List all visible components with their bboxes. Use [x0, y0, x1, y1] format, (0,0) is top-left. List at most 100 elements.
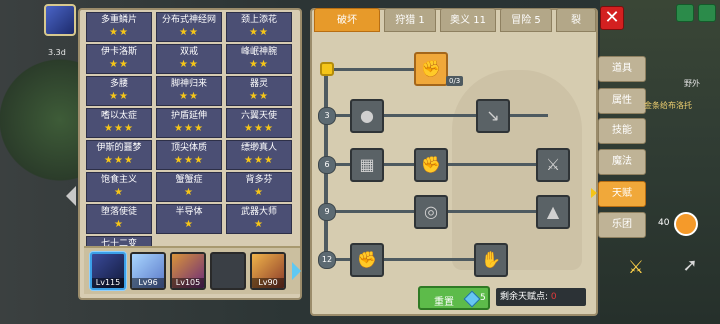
sword-icon[interactable]: ⚔ [624, 256, 648, 280]
talent-name: 多腰 [109, 79, 128, 89]
dagger-icon[interactable]: ↘ [476, 99, 510, 133]
talent-cell[interactable]: 缥缈真人 ★★★ [226, 140, 292, 170]
talent-stars: ★★★ [174, 123, 204, 134]
talent-name: 峰岷神腕 [240, 47, 277, 57]
character-slot[interactable]: Lv115 [90, 252, 126, 290]
talent-name: 饱食主义 [100, 175, 137, 185]
character-level: Lv90 [252, 278, 284, 288]
left-arrow-icon[interactable] [66, 186, 76, 206]
talent-cell[interactable]: 伊斯的噩梦 ★★★ [86, 140, 152, 170]
talent-name: 脚神归来 [170, 79, 207, 89]
talent-name: 半导体 [175, 207, 203, 217]
talent-stars: ★★★ [174, 155, 204, 166]
talent-stars: ★★ [179, 59, 199, 70]
talent-name: 武器大师 [240, 207, 277, 217]
talent-name: 顶尖体质 [170, 143, 207, 153]
side-tab-magic[interactable]: 魔法 [598, 149, 646, 175]
talent-stars: ★★★ [104, 123, 134, 134]
sword-slash-icon[interactable]: ⚔ [536, 148, 570, 182]
talent-cell[interactable]: 饱食主义 ★ [86, 172, 152, 202]
character-slot[interactable]: Lv90 [250, 252, 286, 290]
talent-cell[interactable]: 颈上添花 ★★ [226, 12, 292, 42]
fist-punch-icon[interactable]: ✊ [414, 148, 448, 182]
tab-adventure[interactable]: 冒险 5 [500, 8, 552, 32]
talent-grid: 多重鳞片 ★★ 分布式神经网 ★★ 颈上添花 ★★ 伊卡洛斯 ★★ 双戒 ★★ 峰岷神腕 ★★ 多腰 ★★… [86, 12, 296, 266]
tab-secret[interactable]: 奥义 11 [440, 8, 496, 32]
talent-cell[interactable]: 武器大师 ★ [226, 204, 292, 234]
character-level: Lv115 [92, 278, 124, 288]
talent-cell[interactable]: 伊卡洛斯 ★★ [86, 44, 152, 74]
row-number: 9 [318, 203, 336, 221]
bow-icon[interactable]: ➚ [678, 254, 702, 278]
talent-cell[interactable]: 多重鳞片 ★★ [86, 12, 152, 42]
talent-name: 颈上添花 [240, 15, 277, 25]
scroll-right-icon[interactable] [292, 262, 301, 280]
talent-cell[interactable]: 半导体 ★ [156, 204, 222, 234]
tree-start-node [320, 62, 334, 76]
node-progress: 0/3 [446, 76, 464, 86]
bat-wings-icon[interactable]: ▲ [536, 195, 570, 229]
talent-cell[interactable]: 器灵 ★★ [226, 76, 292, 106]
talent-name: 堕落使徒 [100, 207, 137, 217]
character-slot[interactable]: Lv96 [130, 252, 166, 290]
raised-fist-icon[interactable]: ✊ [350, 243, 384, 277]
talent-cell[interactable]: 背多芬 ★ [226, 172, 292, 202]
talent-cell[interactable]: 脚神归来 ★★ [156, 76, 222, 106]
remaining-points: 剩余天赋点: 0 [496, 288, 586, 306]
talent-stars: ★ [184, 187, 194, 198]
side-tab-items[interactable]: 道具 [598, 56, 646, 82]
talent-name: 六翼天使 [240, 111, 277, 121]
talent-cell[interactable]: 六翼天使 ★★★ [226, 108, 292, 138]
talent-stars: ★ [114, 219, 124, 230]
side-tab-skills[interactable]: 技能 [598, 118, 646, 144]
talent-cell[interactable]: 堕落使徒 ★ [86, 204, 152, 234]
reset-button[interactable]: 重置 5 [418, 286, 490, 310]
hud-number: 40 [658, 218, 670, 228]
arm-wrestle-icon[interactable]: ✊ [414, 52, 448, 86]
talent-list-panel: 多重鳞片 ★★ 分布式神经网 ★★ 颈上添花 ★★ 伊卡洛斯 ★★ 双戒 ★★ 峰岷神腕 ★★ 多腰 ★★… [78, 8, 302, 300]
talent-cell[interactable]: 顶尖体质 ★★★ [156, 140, 222, 170]
side-tab-talents[interactable]: 天赋 [598, 181, 646, 207]
talent-stars: ★★ [109, 27, 129, 38]
talent-name: 分布式神经网 [161, 15, 216, 25]
side-tab-band[interactable]: 乐团 [598, 212, 646, 238]
talent-cell[interactable]: 峰岷神腕 ★★ [226, 44, 292, 74]
side-tab-attributes[interactable]: 属性 [598, 88, 646, 114]
tab-hunt[interactable]: 狩猎 1 [384, 8, 436, 32]
talent-stars: ★★ [249, 91, 269, 102]
menu-icon[interactable] [698, 4, 716, 22]
talent-tree-panel: 破坏 狩猎 1 奥义 11 冒险 5 裂 ✊ 0/3 3 ● ↘ 6 ▦ ✊ ⚔… [310, 8, 598, 316]
talent-stars: ★★ [179, 27, 199, 38]
close-button[interactable]: ✕ [600, 6, 624, 30]
fist-strike-icon[interactable]: ✋ [474, 243, 508, 277]
remaining-value: 0 [550, 292, 557, 302]
character-slot[interactable]: Lv105 [170, 252, 206, 290]
talent-cell[interactable]: 分布式神经网 ★★ [156, 12, 222, 42]
character-row: Lv115 Lv96 Lv105 Lv90 [84, 246, 301, 294]
talent-stars: ★★★ [104, 155, 134, 166]
talent-cell[interactable]: 嗜以太症 ★★★ [86, 108, 152, 138]
talent-stars: ★★★ [244, 155, 274, 166]
ring-aura-icon[interactable]: ◎ [414, 195, 448, 229]
tab-split[interactable]: 裂 [556, 8, 596, 32]
fox-pet-icon[interactable] [674, 212, 698, 236]
character-level: Lv96 [132, 278, 164, 288]
talent-name: 伊斯的噩梦 [96, 143, 142, 153]
talent-cell[interactable]: 双戒 ★★ [156, 44, 222, 74]
talent-cell[interactable]: 蟹蟹症 ★ [156, 172, 222, 202]
talent-cell[interactable]: 多腰 ★★ [86, 76, 152, 106]
player-avatar[interactable] [44, 4, 76, 36]
talent-name: 器灵 [249, 79, 268, 89]
empty-character-slot[interactable] [210, 252, 246, 290]
talent-stars: ★ [184, 219, 194, 230]
tab-destroy[interactable]: 破坏 [314, 8, 380, 32]
map-icon[interactable] [676, 4, 694, 22]
talent-cell[interactable]: 护盾延伸 ★★★ [156, 108, 222, 138]
armor-body-icon[interactable]: ● [350, 99, 384, 133]
quest-text: 金条给布洛托 [644, 101, 692, 110]
gem-icon [463, 290, 481, 308]
talent-stars: ★ [254, 219, 264, 230]
talent-stars: ★★ [249, 27, 269, 38]
stack-icon[interactable]: ▦ [350, 148, 384, 182]
row-number: 3 [318, 107, 336, 125]
